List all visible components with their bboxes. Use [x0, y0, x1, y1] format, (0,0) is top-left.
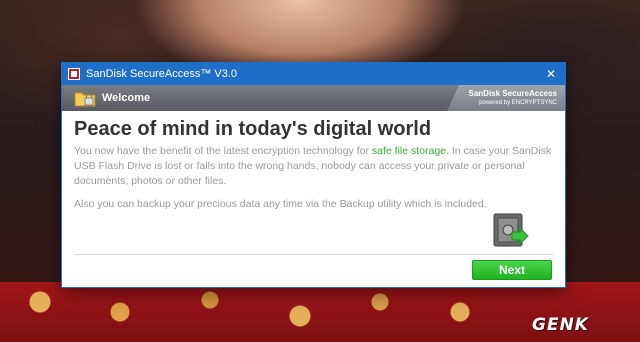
- safe-file-storage-highlight: safe file storage: [371, 145, 447, 157]
- header-title: Welcome: [102, 92, 151, 104]
- header-strip: Welcome SanDisk SecureAccess powered by …: [62, 85, 565, 111]
- secureaccess-window: SanDisk SecureAccess™ V3.0 ✕ Welcome San…: [61, 62, 566, 288]
- close-button[interactable]: ✕: [537, 63, 565, 85]
- close-icon: ✕: [545, 67, 557, 81]
- title-bar[interactable]: SanDisk SecureAccess™ V3.0 ✕: [62, 63, 565, 85]
- vault-arrow-icon: [493, 213, 529, 247]
- window-title: SanDisk SecureAccess™ V3.0: [86, 68, 238, 80]
- content-area: Peace of mind in today's digital world Y…: [62, 111, 565, 212]
- folder-lock-icon: [74, 92, 96, 107]
- brand-name: SanDisk SecureAccess: [468, 88, 558, 98]
- footer-separator: [74, 254, 553, 255]
- intro-paragraph: You now have the benefit of the latest e…: [74, 144, 553, 189]
- brand-powered-by: powered by ENCRYPTSYNC: [479, 99, 557, 106]
- sandisk-icon: [68, 68, 80, 80]
- next-button[interactable]: Next: [472, 260, 552, 280]
- watermark-text: GENK: [532, 315, 589, 335]
- brand-logo: SanDisk SecureAccess powered by ENCRYPTS…: [447, 85, 565, 111]
- page-title: Peace of mind in today's digital world: [74, 118, 432, 140]
- backup-paragraph: Also you can backup your precious data a…: [74, 198, 487, 210]
- intro-text-1: You now have the benefit of the latest e…: [74, 145, 372, 157]
- genk-watermark: GENK: [532, 315, 630, 335]
